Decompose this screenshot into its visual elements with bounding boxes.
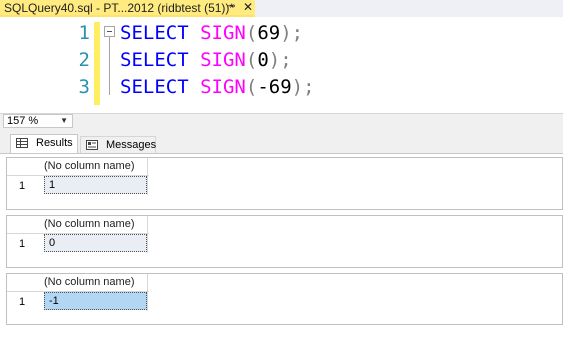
argument: -69 [257, 76, 292, 98]
punctuation: ); [280, 22, 304, 44]
result-cell[interactable]: -1 [44, 292, 147, 310]
keyword: SELECT [120, 22, 189, 44]
argument: 0 [257, 49, 269, 71]
column-divider [147, 274, 148, 311]
function-name: SIGN [200, 22, 246, 44]
column-header[interactable]: (No column name) [44, 276, 134, 288]
zoom-value: 157 % [7, 115, 39, 127]
close-icon[interactable]: ✕ [243, 0, 253, 14]
tab-results[interactable]: Results [10, 134, 78, 153]
document-tab[interactable]: SQLQuery40.sql - PT...2012 (ridbtest (51… [0, 0, 255, 17]
column-divider [147, 158, 148, 195]
keyword: SELECT [120, 49, 189, 71]
change-tracking-bar [94, 22, 100, 105]
row-number[interactable]: 1 [19, 238, 25, 250]
punctuation: ); [268, 49, 292, 71]
result-grid-3[interactable]: (No column name) 1 -1 [6, 273, 563, 325]
punctuation: ( [245, 76, 258, 98]
tab-messages[interactable]: Messages [80, 136, 156, 153]
punctuation: ( [245, 49, 258, 71]
line-number: 3 [78, 76, 90, 98]
punctuation: ); [291, 76, 315, 98]
zoom-select[interactable]: 157 % ▼ [3, 114, 73, 128]
zoom-bar: 157 % ▼ [0, 113, 563, 129]
code-line-1[interactable]: SELECT SIGN(69); [120, 22, 303, 44]
result-grid-1[interactable]: (No column name) 1 1 [6, 157, 563, 210]
column-header[interactable]: (No column name) [44, 160, 134, 172]
function-name: SIGN [200, 49, 246, 71]
tab-messages-label: Messages [106, 139, 157, 151]
column-divider [147, 216, 148, 253]
query-editor[interactable]: 1 2 3 SELECT SIGN(69); SELECT SIGN(0); S… [0, 18, 563, 113]
result-grid-2[interactable]: (No column name) 1 0 [6, 215, 563, 268]
results-pane: (No column name) 1 1 (No column name) 1 … [0, 153, 563, 341]
messages-icon [86, 140, 98, 150]
result-cell[interactable]: 1 [44, 176, 147, 194]
column-header[interactable]: (No column name) [44, 218, 134, 230]
code-line-2[interactable]: SELECT SIGN(0); [120, 49, 292, 71]
code-line-3[interactable]: SELECT SIGN(-69); [120, 76, 315, 98]
results-tab-strip: Results Messages [0, 129, 563, 153]
collapse-icon[interactable] [104, 26, 115, 37]
document-tab-title: SQLQuery40.sql - PT...2012 (ridbtest (51… [4, 1, 235, 15]
outline-line [109, 37, 110, 95]
row-number[interactable]: 1 [19, 180, 25, 192]
tab-results-label: Results [36, 137, 73, 149]
line-number: 2 [78, 49, 90, 71]
grid-icon [16, 138, 28, 148]
pin-icon[interactable]: ⊸ [227, 1, 235, 12]
row-number[interactable]: 1 [19, 296, 25, 308]
chevron-down-icon[interactable]: ▼ [60, 115, 68, 127]
argument: 69 [257, 22, 281, 44]
function-name: SIGN [200, 76, 246, 98]
result-cell[interactable]: 0 [44, 234, 147, 252]
document-tab-strip: SQLQuery40.sql - PT...2012 (ridbtest (51… [0, 0, 563, 17]
line-number: 1 [78, 22, 90, 44]
keyword: SELECT [120, 76, 189, 98]
punctuation: ( [245, 22, 258, 44]
